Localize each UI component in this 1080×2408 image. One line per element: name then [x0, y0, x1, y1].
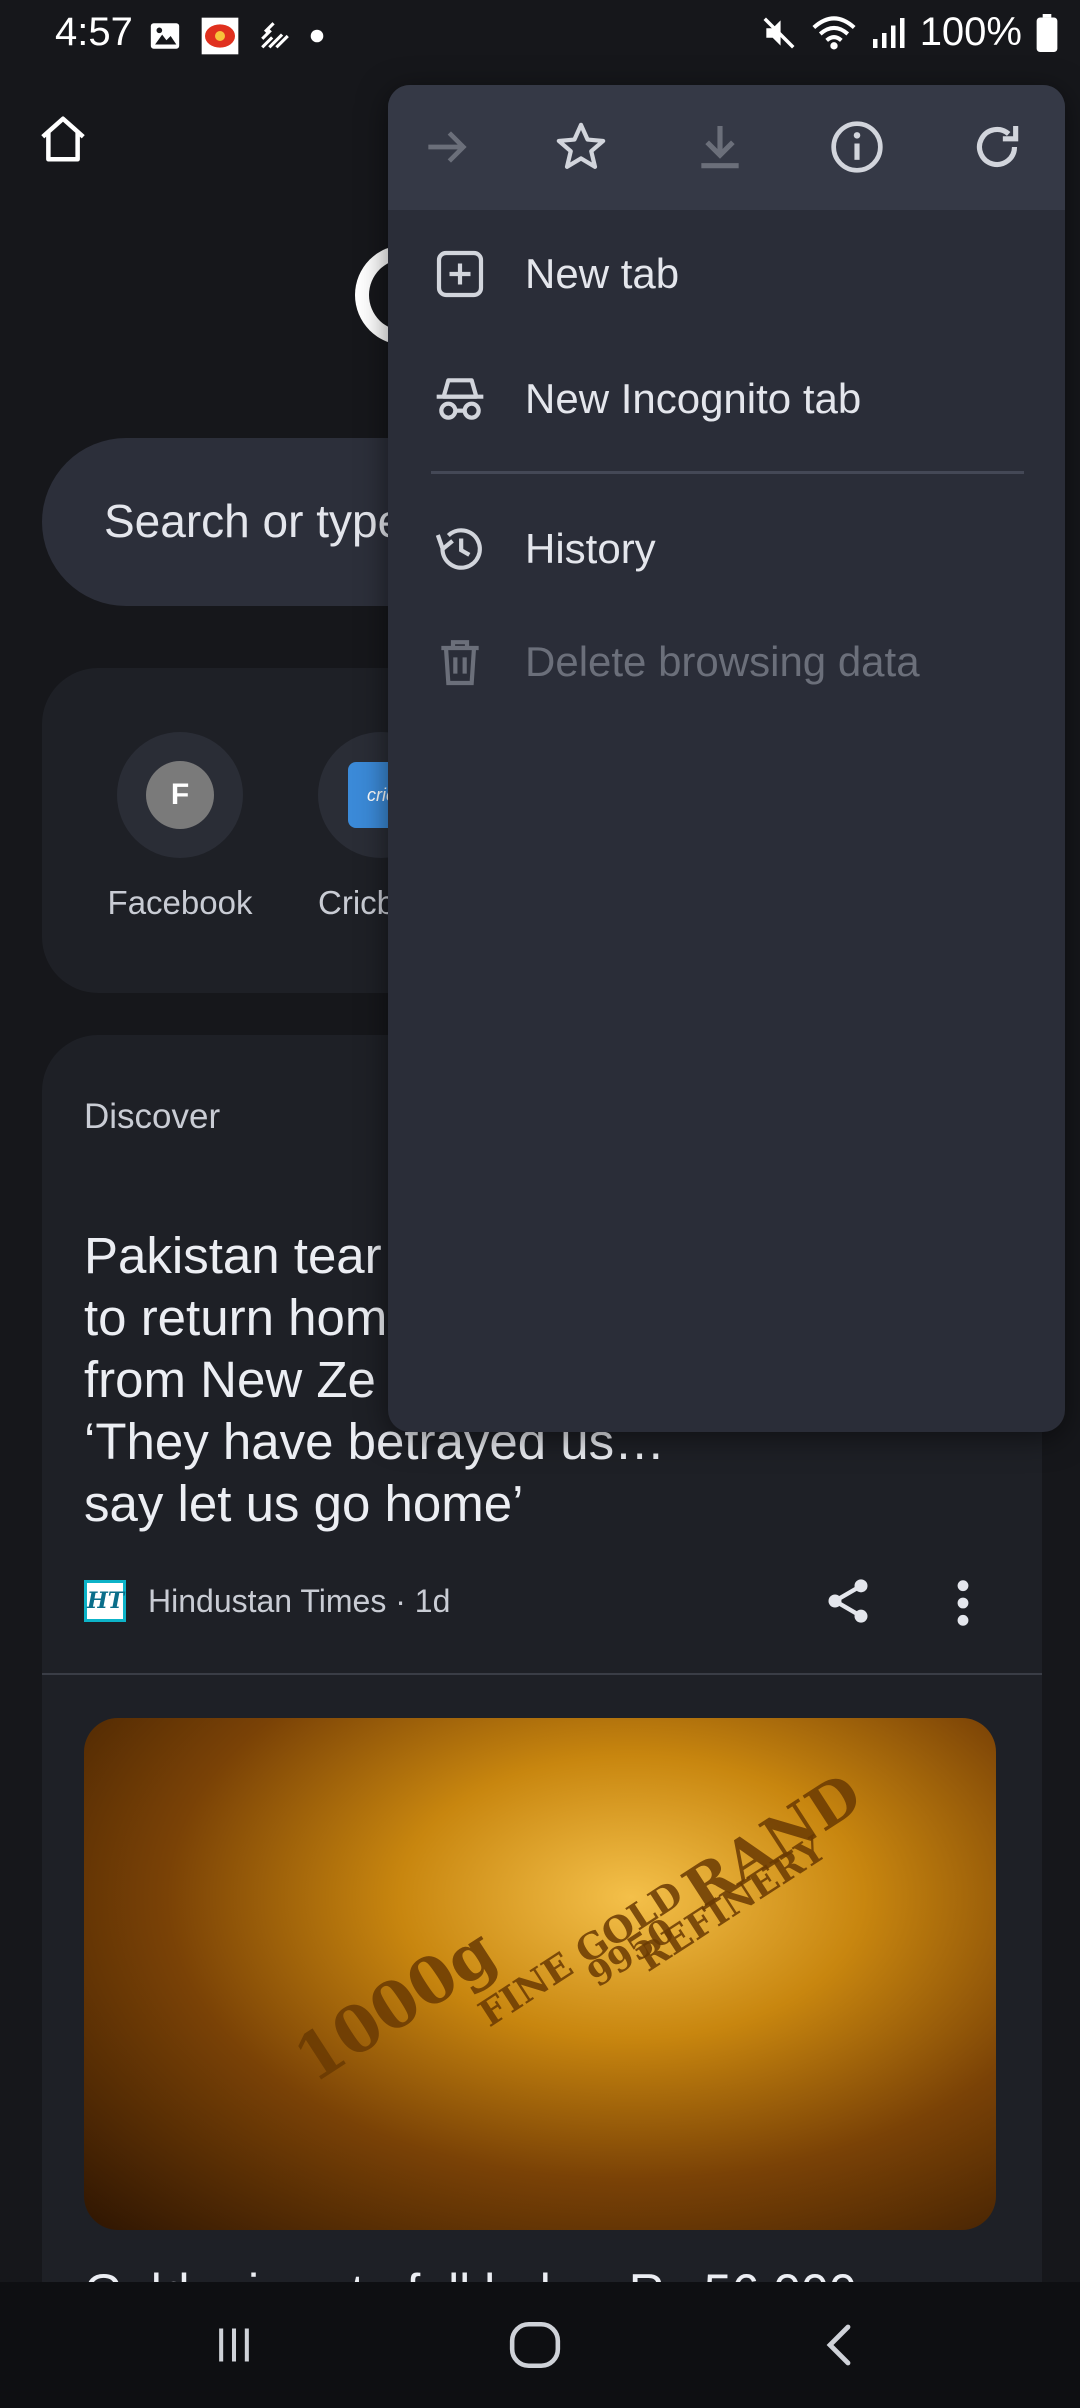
menu-item-history[interactable]: History	[388, 497, 1065, 597]
signal-icon	[872, 17, 905, 48]
incognito-icon	[436, 378, 484, 420]
discover-header: Discover	[84, 1097, 221, 1136]
info-icon[interactable]	[829, 119, 885, 175]
star-icon[interactable]	[553, 119, 609, 175]
shortcut-icon: F	[117, 732, 243, 858]
menu-item-label: New Incognito tab	[525, 375, 862, 422]
gallery-icon	[150, 23, 180, 49]
menu-item-label: History	[525, 525, 656, 572]
shortcut-letter: F	[146, 761, 214, 829]
history-icon	[435, 528, 482, 570]
menu-item-new-tab[interactable]: New tab	[388, 222, 1065, 322]
shortcut-label: Facebook	[107, 884, 253, 921]
trash-icon	[441, 640, 479, 686]
source-label: Hindustan Times · 1d	[148, 1582, 451, 1619]
source-logo: HT	[84, 1580, 126, 1622]
menu-item-label: Delete browsing data	[525, 638, 920, 685]
recent-apps-icon[interactable]	[212, 2322, 256, 2368]
menu-item-label: New tab	[525, 250, 680, 297]
shortcut-facebook[interactable]: F Facebook	[105, 732, 255, 922]
feed-divider	[42, 1673, 1042, 1675]
home-icon[interactable]	[36, 112, 90, 166]
battery-percent: 100%	[919, 10, 1022, 54]
mute-icon	[763, 17, 795, 48]
notification-icons	[148, 16, 324, 56]
menu-item-delete-browsing-data[interactable]: Delete browsing data	[388, 610, 1065, 710]
menu-divider	[431, 471, 1024, 474]
navigation-bar	[0, 2282, 1080, 2408]
headline-line: say let us go home’	[84, 1475, 524, 1532]
menu-item-new-incognito-tab[interactable]: New Incognito tab	[388, 347, 1065, 447]
wifi-icon	[812, 15, 856, 49]
overflow-menu: New tab New Incognito tab History Delete…	[388, 85, 1065, 1432]
status-time: 4:57	[55, 10, 133, 54]
battery-icon	[1036, 13, 1058, 52]
add-box-icon	[436, 250, 484, 298]
system-icons: 100%	[760, 10, 1058, 55]
share-icon[interactable]	[822, 1575, 874, 1627]
article-image[interactable]: RAND REFINERY 9950 FINE GOLD 1000g	[84, 1718, 996, 2230]
dot-icon	[310, 29, 324, 43]
refresh-icon[interactable]	[969, 119, 1025, 175]
tools-icon	[261, 22, 289, 49]
app-notification-icon	[201, 17, 239, 55]
status-bar: 4:57 100%	[0, 0, 1080, 70]
back-icon[interactable]	[820, 2320, 860, 2370]
search-placeholder: Search or type	[104, 495, 404, 547]
more-vert-icon[interactable]	[948, 1577, 978, 1629]
menu-action-bar	[388, 85, 1065, 210]
download-icon[interactable]	[692, 119, 748, 175]
system-home-icon[interactable]	[508, 2320, 562, 2370]
article-source: HT Hindustan Times · 1d	[84, 1580, 450, 1622]
arrow-right-icon[interactable]	[419, 119, 475, 175]
